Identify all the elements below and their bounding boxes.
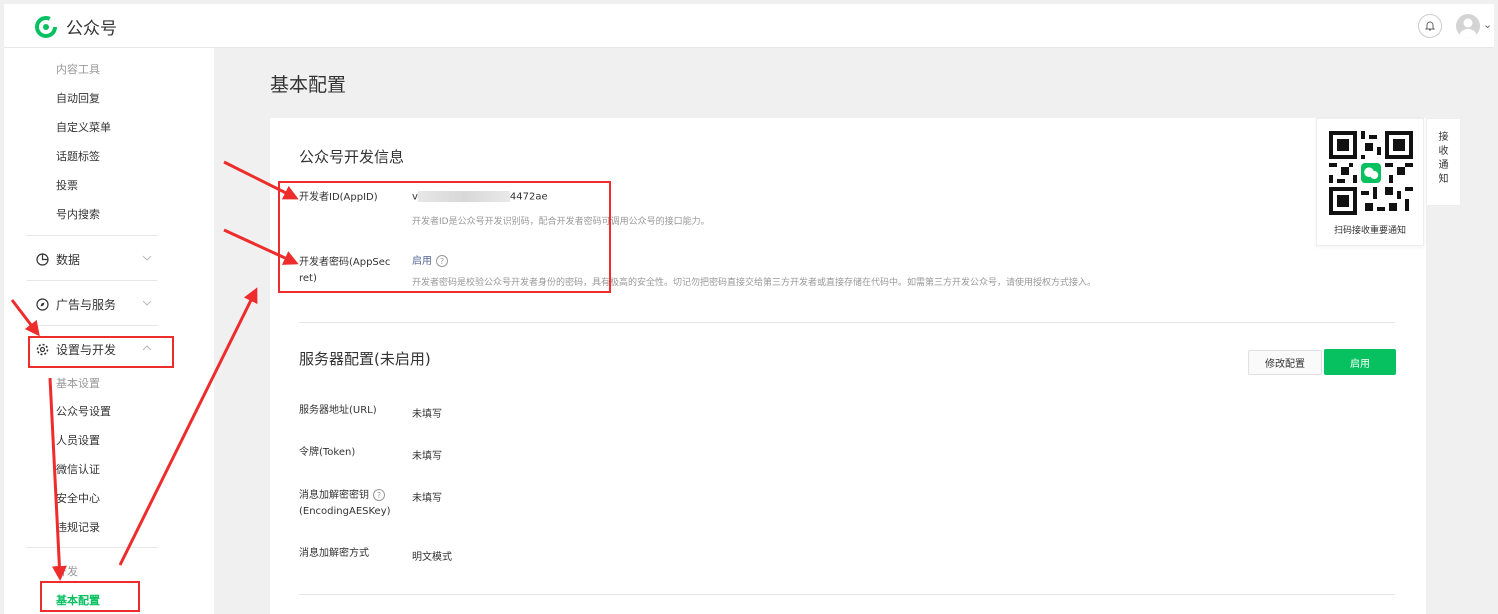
sidebar-group-label: 广告与服务 bbox=[56, 298, 117, 312]
aes-key-label-line1: 消息加解密密钥 bbox=[299, 490, 369, 501]
sidebar-divider bbox=[26, 547, 158, 548]
enable-button[interactable]: 启用 bbox=[1324, 349, 1396, 375]
sidebar-item-violations[interactable]: 违规记录 bbox=[56, 519, 100, 535]
token-label: 令牌(Token) bbox=[299, 447, 356, 458]
logo[interactable]: 公众号 bbox=[34, 14, 117, 39]
gear-icon bbox=[36, 343, 49, 356]
sidebar-item-security-center[interactable]: 安全中心 bbox=[56, 490, 100, 506]
page-title: 基本配置 bbox=[270, 74, 347, 96]
sidebar-group-settings[interactable]: 设置与开发 bbox=[36, 341, 116, 358]
help-icon[interactable]: ? bbox=[373, 489, 385, 501]
appsecret-description: 开发者密码是校验公众号开发者身份的密码，具有极高的安全性。切记勿把密码直接交给第… bbox=[412, 278, 1097, 288]
encrypt-mode-label: 消息加解密方式 bbox=[299, 548, 369, 559]
chart-icon bbox=[36, 253, 49, 266]
bell-icon[interactable] bbox=[1418, 14, 1442, 38]
appid-suffix: 4472ae bbox=[509, 191, 548, 203]
nav-heading-content-tools: 内容工具 bbox=[56, 63, 100, 76]
encrypt-mode-value: 明文模式 bbox=[412, 552, 452, 563]
sidebar-item-topic-tags[interactable]: 话题标签 bbox=[56, 148, 100, 164]
sidebar-divider bbox=[26, 235, 158, 236]
sidebar-group-ads[interactable]: 广告与服务 bbox=[36, 296, 116, 313]
sidebar-group-label: 数据 bbox=[56, 253, 81, 267]
top-bar: 公众号 ⌄ bbox=[4, 4, 1494, 48]
compass-icon bbox=[36, 298, 49, 311]
appsecret-label-line1: 开发者密码(AppSec bbox=[299, 257, 391, 268]
sidebar-item-search[interactable]: 号内搜索 bbox=[56, 206, 100, 222]
aes-key-label-line2: (EncodingAESKey) bbox=[299, 506, 391, 517]
help-icon[interactable]: ? bbox=[436, 255, 448, 267]
modify-config-button[interactable]: 修改配置 bbox=[1248, 350, 1322, 375]
qr-code[interactable] bbox=[1329, 131, 1413, 215]
appsecret-label-line2: ret) bbox=[299, 273, 317, 284]
wechat-mp-logo-icon bbox=[35, 15, 57, 38]
qr-caption: 扫码接收重要通知 bbox=[1333, 226, 1406, 236]
notify-tab-char: 接 bbox=[1438, 132, 1449, 143]
server-url-label: 服务器地址(URL) bbox=[299, 405, 377, 416]
server-config-title: 服务器配置(未启用) bbox=[299, 350, 431, 368]
app-name: 公众号 bbox=[66, 19, 117, 39]
chevron-down-icon[interactable] bbox=[142, 255, 152, 261]
appid-label: 开发者ID(AppID) bbox=[299, 192, 378, 203]
token-value: 未填写 bbox=[412, 451, 442, 462]
aes-key-label: 消息加解密密钥? (EncodingAESKey) bbox=[299, 488, 391, 520]
sidebar-item-account-settings[interactable]: 公众号设置 bbox=[56, 403, 111, 419]
appsecret-enable-link[interactable]: 启用 bbox=[412, 256, 432, 267]
notify-tab[interactable]: 接 收 通 知 bbox=[1426, 118, 1461, 206]
chevron-down-icon[interactable] bbox=[142, 300, 152, 306]
sidebar-group-label: 设置与开发 bbox=[56, 343, 117, 357]
avatar[interactable] bbox=[1456, 14, 1480, 38]
sidebar-item-auto-reply[interactable]: 自动回复 bbox=[56, 90, 100, 106]
dev-info-title: 公众号开发信息 bbox=[299, 148, 405, 166]
sidebar-item-basic-config[interactable]: 基本配置 bbox=[56, 592, 100, 608]
chevron-up-icon[interactable] bbox=[142, 345, 152, 351]
nav-heading-develop: 开发 bbox=[56, 565, 78, 578]
section-divider bbox=[299, 594, 1395, 595]
sidebar-item-wechat-verify[interactable]: 微信认证 bbox=[56, 461, 100, 477]
appid-value: v 4472ae bbox=[412, 191, 548, 203]
qr-notify-box: 扫码接收重要通知 bbox=[1316, 118, 1424, 246]
appid-mask bbox=[417, 191, 510, 202]
appsecret-label: 开发者密码(AppSec ret) bbox=[299, 255, 390, 287]
notify-tab-char: 通 bbox=[1438, 160, 1449, 171]
nav-heading-basic-settings: 基本设置 bbox=[56, 377, 100, 390]
chevron-down-icon[interactable]: ⌄ bbox=[1483, 18, 1492, 31]
appsecret-value: 启用? bbox=[412, 252, 448, 267]
server-url-value: 未填写 bbox=[412, 409, 442, 420]
section-divider bbox=[299, 322, 1395, 323]
sidebar-divider bbox=[26, 280, 158, 281]
notify-tab-char: 知 bbox=[1438, 174, 1449, 185]
aes-key-value: 未填写 bbox=[412, 493, 442, 504]
notify-tab-char: 收 bbox=[1438, 146, 1449, 157]
sidebar-group-data[interactable]: 数据 bbox=[36, 251, 80, 268]
sidebar-item-staff-settings[interactable]: 人员设置 bbox=[56, 432, 100, 448]
sidebar-item-custom-menu[interactable]: 自定义菜单 bbox=[56, 119, 111, 135]
sidebar-divider bbox=[26, 325, 158, 326]
sidebar-item-vote[interactable]: 投票 bbox=[56, 177, 78, 193]
appid-description: 开发者ID是公众号开发识别码，配合开发者密码可调用公众号的接口能力。 bbox=[412, 217, 710, 227]
